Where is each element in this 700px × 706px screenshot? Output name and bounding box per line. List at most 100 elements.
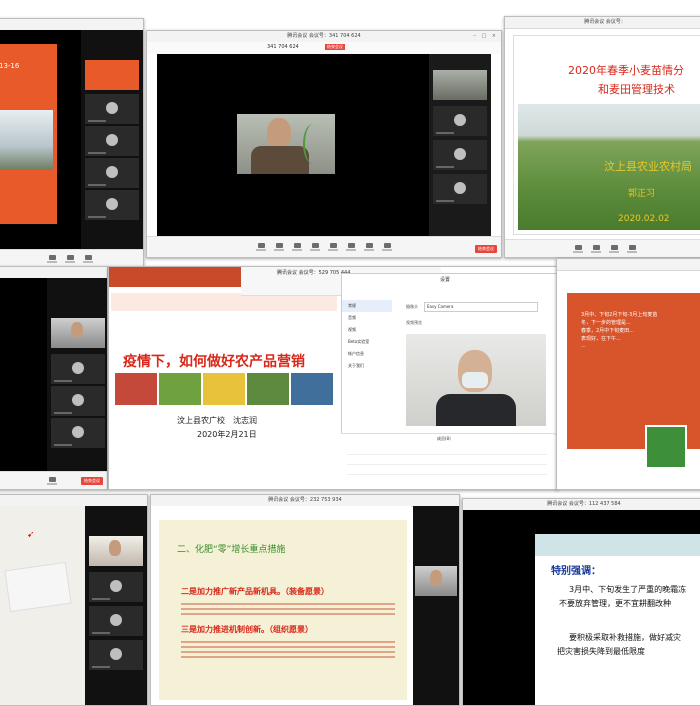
participants-panel <box>85 506 147 705</box>
participant-tile <box>89 606 143 636</box>
meeting-window-1: 13-16 <box>0 18 144 268</box>
meeting-window-8: 腾讯会议 会议号：232 753 934 二、化肥“零”增长重点措施 二是加力推… <box>150 494 460 706</box>
slide-title: 疫情下，如何做好农产品营销 <box>123 354 305 370</box>
slide-heading: 二、化肥“零”增长重点措施 <box>177 545 286 555</box>
slide-top-band <box>535 534 700 556</box>
settings-title: 设置 <box>440 277 451 283</box>
face-mask <box>462 372 488 388</box>
toolbar: 结束会议 <box>147 236 501 257</box>
mic-icon[interactable] <box>573 244 583 254</box>
members-title: 成员(8) <box>437 436 451 441</box>
menu-item-about[interactable]: 关于我们 <box>342 360 392 372</box>
speaker-video <box>237 114 335 174</box>
shared-screen: ➹ <box>0 506 85 705</box>
participant-tile <box>51 354 105 384</box>
camera-icon[interactable] <box>65 254 75 264</box>
window-title: 腾讯会议 会议号：112 437 584 <box>547 501 621 507</box>
video-tile <box>433 70 487 100</box>
participants-panel <box>429 54 491 236</box>
main-video <box>157 54 441 236</box>
chat-icon[interactable] <box>346 242 356 252</box>
end-meeting-button[interactable]: 结束会议 <box>81 477 103 485</box>
slide-background: 3月中、下旬2月下旬-3月上旬麦苗 冬，下一步的管理是... 春季，2月中下旬麦… <box>567 293 700 469</box>
menu-item-account[interactable]: 帐户信息 <box>342 348 392 360</box>
shared-screen <box>0 278 107 472</box>
slide-line: 春季，2月中下旬麦田... <box>581 328 634 334</box>
menu-item-video[interactable]: 视频 <box>342 324 392 336</box>
participant-face <box>430 570 442 586</box>
slide-line: ... <box>581 343 586 349</box>
video-tile <box>415 566 457 596</box>
participant-tile <box>85 94 139 124</box>
members-icon[interactable] <box>328 242 338 252</box>
invite-icon[interactable] <box>310 242 320 252</box>
video-tile <box>89 536 143 566</box>
settings-icon[interactable] <box>382 242 392 252</box>
window-title: 腾讯会议 会议号：341 704 624 <box>287 33 361 39</box>
mic-icon[interactable] <box>47 254 57 264</box>
slide-text-block <box>181 638 395 660</box>
mic-icon[interactable] <box>256 242 266 252</box>
member-row[interactable] <box>347 466 547 475</box>
slide-text-block <box>181 600 395 616</box>
speaker-body <box>251 146 309 174</box>
ppt-slide: 疫情下，如何做好农产品营销 汶上县农广校 沈志润 2020年2月21日 <box>111 293 337 453</box>
meeting-window-9: 腾讯会议 会议号：112 437 584 特别强调： 3月中、下旬发生了严重的晚… <box>462 498 700 706</box>
slide: 2020年春季小麦苗情分 和麦田管理技术 汶上县农业农村局 郭正习 2020.0… <box>513 35 700 235</box>
member-row[interactable] <box>347 446 547 455</box>
participants-panel <box>413 506 459 705</box>
shared-screen: 13-16 <box>0 30 143 250</box>
window-title: 腾讯会议 会议号：232 753 934 <box>268 497 342 503</box>
window-controls[interactable]: – □ × <box>473 31 498 42</box>
slide-heading: 特别强调： <box>551 566 601 577</box>
slide-title: 13-16 <box>0 62 20 70</box>
menu-item-audio[interactable]: 音频 <box>342 312 392 324</box>
share-screen-icon[interactable] <box>83 254 93 264</box>
camera-select[interactable]: Easy Camera <box>424 302 538 312</box>
meeting-window-4: 结束会议 <box>0 266 108 490</box>
slide-date: 2020.02.02 <box>618 214 670 224</box>
person-body <box>436 394 516 426</box>
share-screen-icon[interactable] <box>292 242 302 252</box>
share-screen-icon[interactable] <box>609 244 619 254</box>
toolbar <box>505 239 700 257</box>
camera-icon[interactable] <box>274 242 284 252</box>
slide-title-line2: 和麦田管理技术 <box>598 83 675 96</box>
participant-tile <box>51 418 105 448</box>
slide: 13-16 <box>0 44 57 224</box>
end-meeting-button[interactable]: 结束会议 <box>325 44 345 50</box>
slide-org: 汶上县农广校 沈志润 <box>177 416 257 425</box>
meeting-window-5: 疫情下，如何做好农产品营销 汶上县农广校 沈志润 2020年2月21日 腾讯会议… <box>108 266 558 490</box>
members-icon[interactable] <box>627 244 637 254</box>
meeting-title: 腾讯会议 会议号：529 705 444 <box>277 270 351 276</box>
meeting-window-6: 3月中、下旬2月下旬-3月上旬麦苗 冬，下一步的管理是... 春季，2月中下旬麦… <box>556 258 700 490</box>
slide: 二、化肥“零”增长重点措施 二是加力推广新产品新机具。（装备愿景） 三是加力推进… <box>159 520 407 700</box>
plant-sample <box>303 124 323 164</box>
camera-icon[interactable] <box>591 244 601 254</box>
meeting-window-7: ➹ <box>0 494 148 706</box>
menu-item-beta[interactable]: Beta实验室 <box>342 336 392 348</box>
participant-tile <box>433 140 487 170</box>
participant-tile <box>89 572 143 602</box>
member-row[interactable] <box>347 456 547 465</box>
settings-dialog: 设置 常规 音频 视频 Beta实验室 帐户信息 关于我们 摄像头 Easy C… <box>341 273 557 435</box>
record-icon[interactable] <box>364 242 374 252</box>
settings-menu: 常规 音频 视频 Beta实验室 帐户信息 关于我们 <box>342 300 392 372</box>
title-bar: 腾讯会议 会议号： <box>505 17 700 29</box>
slide-point-2: 二是加力推广新产品新机具。（装备愿景） <box>181 587 329 596</box>
end-meeting-button[interactable]: 结束会议 <box>475 245 497 253</box>
participant-face <box>71 322 83 338</box>
product-photos <box>115 373 333 405</box>
participant-tile <box>85 158 139 188</box>
mic-icon[interactable] <box>47 476 57 486</box>
slide-title-line1: 2020年春季小麦苗情分 <box>568 64 684 77</box>
menu-item-general[interactable]: 常规 <box>342 300 392 312</box>
video-tile <box>51 318 105 348</box>
participant-tile <box>433 106 487 136</box>
speaker-face <box>267 118 291 148</box>
ppt-slide: 3月中、下旬2月下旬-3月上旬麦苗 冬，下一步的管理是... 春季，2月中下旬麦… <box>567 293 700 469</box>
window-title: 腾讯会议 会议号： <box>584 19 626 25</box>
slide-point-3: 三是加力推进机制创新。（组织愿景） <box>181 625 313 634</box>
shared-screen: 特别强调： 3月中、下旬发生了严重的晚霜冻 不要放弃管理，更不宜耕翻改种 要积极… <box>463 510 700 705</box>
participant-tile <box>85 126 139 156</box>
